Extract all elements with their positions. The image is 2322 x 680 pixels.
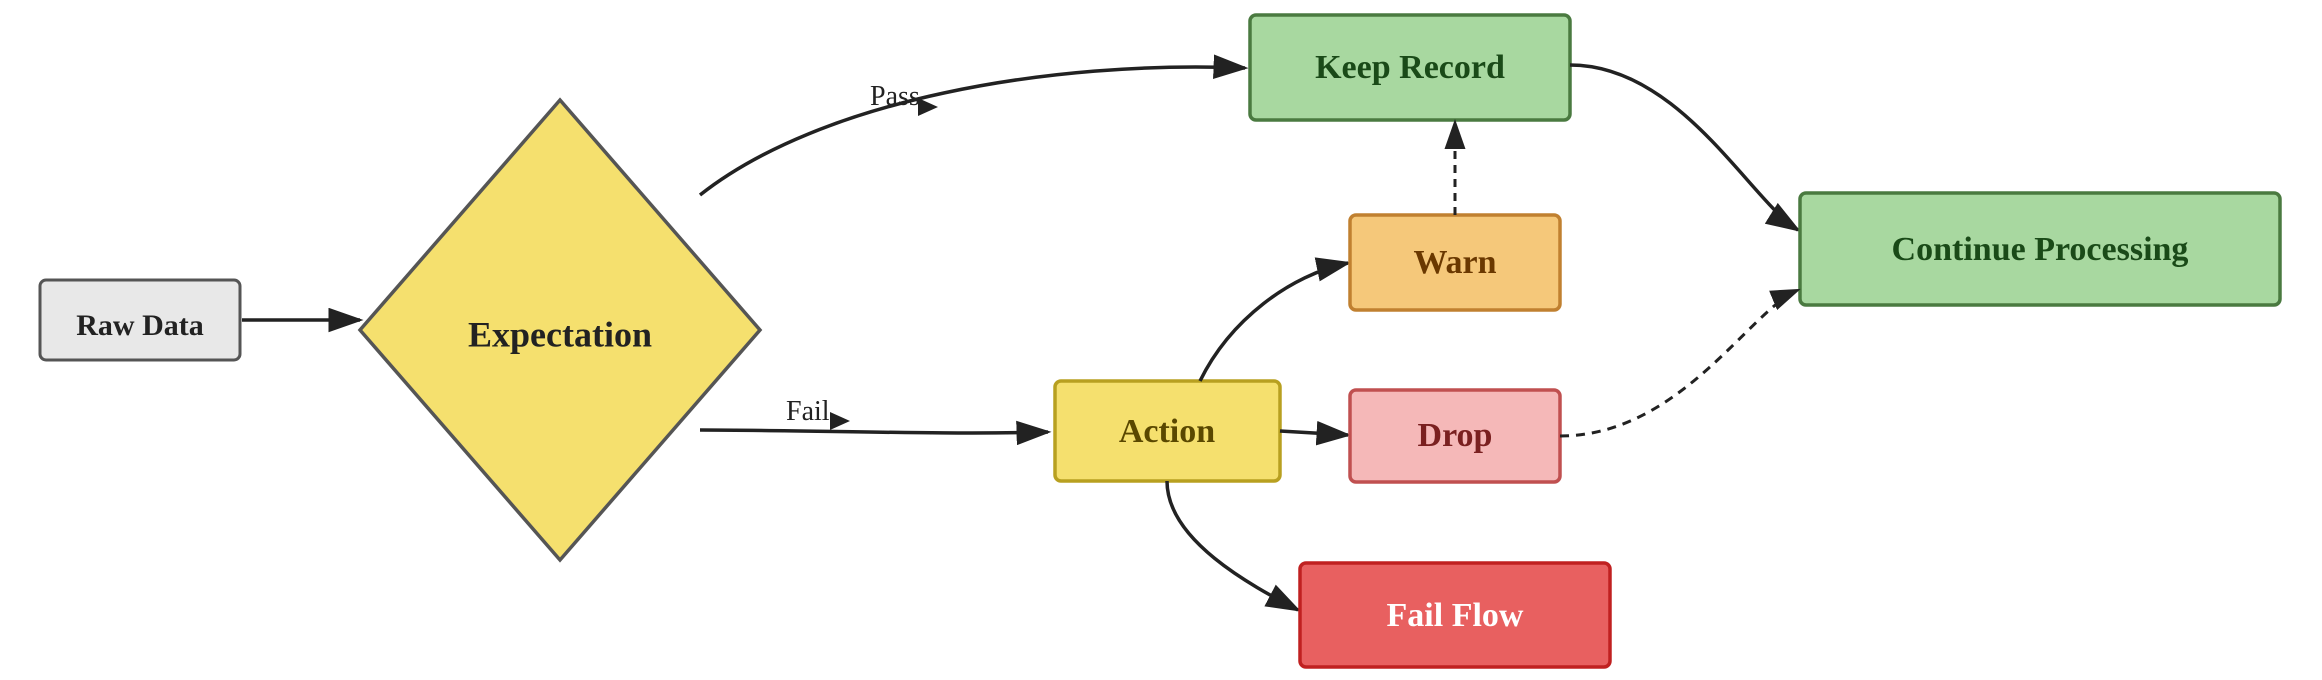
- pass-label: Pass: [870, 81, 920, 112]
- edge-drop-to-continue: [1560, 290, 1798, 436]
- continue-processing-label: Continue Processing: [1892, 231, 2189, 268]
- expectation-label: Expectation: [468, 314, 652, 354]
- edge-keep-to-continue: [1570, 65, 1798, 230]
- edge-action-to-warn: [1200, 263, 1348, 381]
- edge-action-to-drop: [1280, 431, 1348, 435]
- fail-label: Fail: [786, 396, 830, 427]
- keep-record-label: Keep Record: [1315, 49, 1505, 86]
- action-label: Action: [1119, 413, 1215, 450]
- edge-pass: [700, 67, 1245, 195]
- flow-diagram: Raw Data Expectation Pass Keep Record Co…: [0, 0, 2322, 680]
- warn-label: Warn: [1413, 244, 1496, 281]
- diagram-container: Raw Data Expectation Pass Keep Record Co…: [0, 0, 2322, 680]
- edge-fail-to-action: [700, 430, 1048, 433]
- drop-label: Drop: [1418, 417, 1493, 454]
- raw-data-label: Raw Data: [76, 309, 204, 342]
- edge-action-to-failflow: [1167, 481, 1298, 610]
- fail-flow-label: Fail Flow: [1387, 597, 1524, 634]
